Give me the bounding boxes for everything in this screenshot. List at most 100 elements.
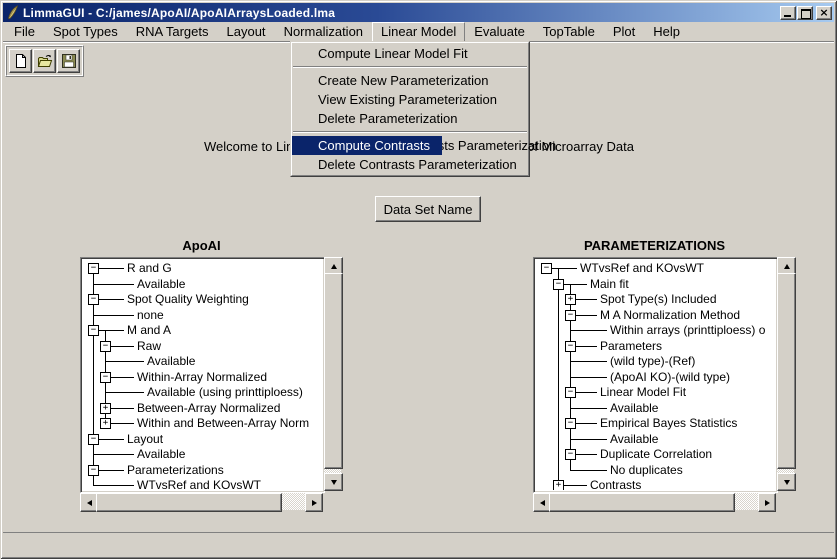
scroll-right-button[interactable] (305, 493, 323, 512)
tree-connector-line (99, 299, 124, 300)
tree-node-wtvsref-and-kovswt[interactable]: WTvsRef and KOvsWT (83, 477, 322, 490)
maximize-button[interactable] (797, 6, 813, 20)
collapse-icon[interactable]: − (100, 372, 111, 383)
scrollbar-thumb[interactable] (549, 493, 735, 512)
scrollbar-thumb[interactable] (324, 273, 343, 469)
tree-node-spot-type-s-included[interactable]: + Spot Type(s) Included (536, 291, 775, 307)
menu-item-compute-linear-model-fit[interactable]: Compute Linear Model Fit (292, 44, 528, 63)
tree-node-linear-model-fit[interactable]: −Linear Model Fit (536, 384, 775, 400)
tree-node-available[interactable]: Available (83, 353, 322, 369)
apoai-horizontal-scrollbar[interactable] (80, 493, 323, 510)
tree-connector-line (99, 470, 124, 471)
collapse-icon[interactable]: − (553, 279, 564, 290)
tree-connector-line (93, 338, 94, 354)
parameterizations-vertical-scrollbar[interactable] (777, 257, 794, 491)
expand-icon[interactable]: + (100, 403, 111, 414)
tree-node-within-array-normalized[interactable]: −Within-Array Normalized (83, 369, 322, 385)
tree-node-available[interactable]: Available (83, 276, 322, 292)
tree-node-between-array-normalized[interactable]: +Between-Array Normalized (83, 400, 322, 416)
apoai-tree: −R and GAvailable−Spot Quality Weighting… (80, 257, 325, 493)
tree-node-label: Parameterizations (127, 463, 224, 477)
new-file-button[interactable] (9, 49, 32, 73)
menu-linear-model[interactable]: Linear Model (372, 22, 465, 42)
collapse-icon[interactable]: − (565, 449, 576, 460)
menu-evaluate[interactable]: Evaluate (465, 22, 534, 42)
expand-icon[interactable]: + (565, 294, 576, 305)
open-file-button[interactable] (33, 49, 56, 73)
collapse-icon[interactable]: − (541, 263, 552, 274)
tree-node-parameterizations[interactable]: − Parameterizations (83, 462, 322, 478)
tree-connector-line (570, 439, 607, 440)
tree-node-m-a-normalization-method[interactable]: − M A Normalization Method (536, 307, 775, 323)
tree-node-empirical-bayes-statistics[interactable]: −Empirical Bayes Statistics (536, 415, 775, 431)
tree-node-label: Spot Type(s) Included (600, 292, 717, 306)
collapse-icon[interactable]: − (88, 434, 99, 445)
scroll-down-button[interactable] (777, 473, 796, 491)
close-button[interactable] (816, 6, 832, 20)
scrollbar-thumb[interactable] (777, 273, 796, 469)
scroll-down-button[interactable] (324, 473, 343, 491)
tree-connector-line (111, 408, 134, 409)
apoai-vertical-scrollbar[interactable] (324, 257, 341, 491)
left-arrow-icon (87, 500, 92, 506)
tree-connector-line (558, 291, 559, 307)
title-bar[interactable]: LimmaGUI - C:/james/ApoAI/ApoAIArraysLoa… (3, 3, 834, 22)
tree-node-available[interactable]: Available (83, 446, 322, 462)
tree-node-spot-quality-weighting[interactable]: −Spot Quality Weighting (83, 291, 322, 307)
menu-rna-targets[interactable]: RNA Targets (127, 22, 218, 42)
tree-node-apoai-ko-wild-type[interactable]: (ApoAI KO)-(wild type) (536, 369, 775, 385)
menu-plot[interactable]: Plot (604, 22, 644, 42)
expand-icon[interactable]: + (553, 480, 564, 490)
collapse-icon[interactable]: − (565, 310, 576, 321)
tree-node-parameters[interactable]: −Parameters (536, 338, 775, 354)
menu-toptable[interactable]: TopTable (534, 22, 604, 42)
expand-icon[interactable]: + (100, 418, 111, 429)
collapse-icon[interactable]: − (565, 341, 576, 352)
menu-item-compute-contrasts[interactable]: Compute Contrasts (292, 136, 442, 155)
tree-node-available[interactable]: Available (536, 400, 775, 416)
tree-node-m-and-a[interactable]: −M and A (83, 322, 322, 338)
tree-node-available-using-printtiploess[interactable]: Available (using printtiploess) (83, 384, 322, 400)
save-file-button[interactable] (57, 49, 80, 73)
menu-item-view-existing-parameterization[interactable]: View Existing Parameterization (292, 90, 528, 109)
menu-file[interactable]: File (5, 22, 44, 42)
tree-node-main-fit[interactable]: −Main fit (536, 276, 775, 292)
collapse-icon[interactable]: − (88, 325, 99, 336)
menu-spot-types[interactable]: Spot Types (44, 22, 127, 42)
tree-node-available[interactable]: Available (536, 431, 775, 447)
minimize-button[interactable] (780, 6, 796, 20)
tree-connector-line (576, 454, 597, 455)
tree-node-none[interactable]: none (83, 307, 322, 323)
menu-layout[interactable]: Layout (218, 22, 275, 42)
collapse-icon[interactable]: − (88, 294, 99, 305)
tree-node-contrasts[interactable]: +Contrasts (536, 477, 775, 490)
tree-node-no-duplicates[interactable]: No duplicates (536, 462, 775, 478)
collapse-icon[interactable]: − (565, 418, 576, 429)
scrollbar-thumb[interactable] (96, 493, 282, 512)
tree-node-layout[interactable]: −Layout (83, 431, 322, 447)
tree-node-duplicate-correlation[interactable]: −Duplicate Correlation (536, 446, 775, 462)
data-set-name-button[interactable]: Data Set Name (375, 196, 481, 222)
tree-connector-line (93, 454, 134, 455)
collapse-icon[interactable]: − (565, 387, 576, 398)
collapse-icon[interactable]: − (100, 341, 111, 352)
tree-node-r-and-g[interactable]: −R and G (83, 260, 322, 276)
menu-item-delete-contrasts-parameterization[interactable]: Delete Contrasts Parameterization (292, 155, 528, 174)
tree-node-raw[interactable]: −Raw (83, 338, 322, 354)
linear-model-menu-items: Compute Linear Model Fit Create New Param… (291, 42, 529, 176)
tree-connector-line (558, 431, 559, 447)
tree-node-wtvsref-and-kovswt[interactable]: −WTvsRef and KOvsWT (536, 260, 775, 276)
menu-item-delete-parameterization[interactable]: Delete Parameterization (292, 109, 528, 128)
menu-item-create-new-parameterization[interactable]: Create New Parameterization (292, 71, 528, 90)
tree-node-within-and-between-array-norm[interactable]: +Within and Between-Array Norm (83, 415, 322, 431)
tree-node-wild-type-ref[interactable]: (wild type)-(Ref) (536, 353, 775, 369)
collapse-icon[interactable]: − (88, 465, 99, 476)
parameterizations-horizontal-scrollbar[interactable] (533, 493, 776, 510)
tree-node-within-arrays-printtiploess-o[interactable]: Within arrays (printtiploess) o (536, 322, 775, 338)
tree-connector-line (93, 284, 134, 285)
menu-help[interactable]: Help (644, 22, 689, 42)
tree-node-label: M A Normalization Method (600, 308, 740, 322)
collapse-icon[interactable]: − (88, 263, 99, 274)
menu-normalization[interactable]: Normalization (275, 22, 372, 42)
scroll-right-button[interactable] (758, 493, 776, 512)
